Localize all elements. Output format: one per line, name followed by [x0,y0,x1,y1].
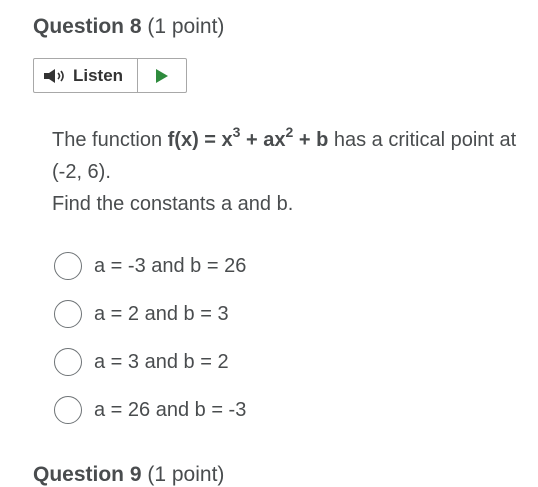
formula-fx: f(x) = x [167,129,233,151]
radio-button[interactable] [54,300,82,328]
play-button[interactable] [138,59,186,92]
listen-button[interactable]: Listen [34,59,138,92]
option-label: a = 2 and b = 3 [94,302,229,325]
speaker-icon [44,68,64,83]
radio-button[interactable] [54,396,82,424]
prompt-line-2: Find the constants a and b. [52,193,294,215]
question-prompt: The function f(x) = x3 + ax2 + b has a c… [52,124,522,220]
listen-widget: Listen [33,58,187,93]
next-question-title: Question 9 (1 point) [33,463,224,487]
answer-option-1[interactable]: a = -3 and b = 26 [54,252,246,280]
listen-label: Listen [73,65,124,85]
option-label: a = 26 and b = -3 [94,398,247,421]
prompt-pre: The function [52,129,168,151]
next-question-points: (1 point) [147,463,225,486]
answer-option-2[interactable]: a = 2 and b = 3 [54,300,229,328]
question-number: Question 8 [33,15,142,38]
answer-option-4[interactable]: a = 26 and b = -3 [54,396,246,424]
next-question-number: Question 9 [33,463,142,486]
question-points: (1 point) [147,15,225,38]
formula: f(x) = x3 + ax2 + b [167,125,329,151]
option-label: a = 3 and b = 2 [94,350,229,373]
play-icon [156,68,168,83]
formula-b: + b [293,129,329,151]
question-title: Question 8 (1 point) [33,15,224,39]
formula-ax: + ax [240,129,286,151]
radio-button[interactable] [54,348,82,376]
prompt-line-1: The function f(x) = x3 + ax2 + b has a c… [52,124,522,188]
radio-button[interactable] [54,252,82,280]
option-label: a = -3 and b = 26 [94,254,247,277]
answer-option-3[interactable]: a = 3 and b = 2 [54,348,229,376]
